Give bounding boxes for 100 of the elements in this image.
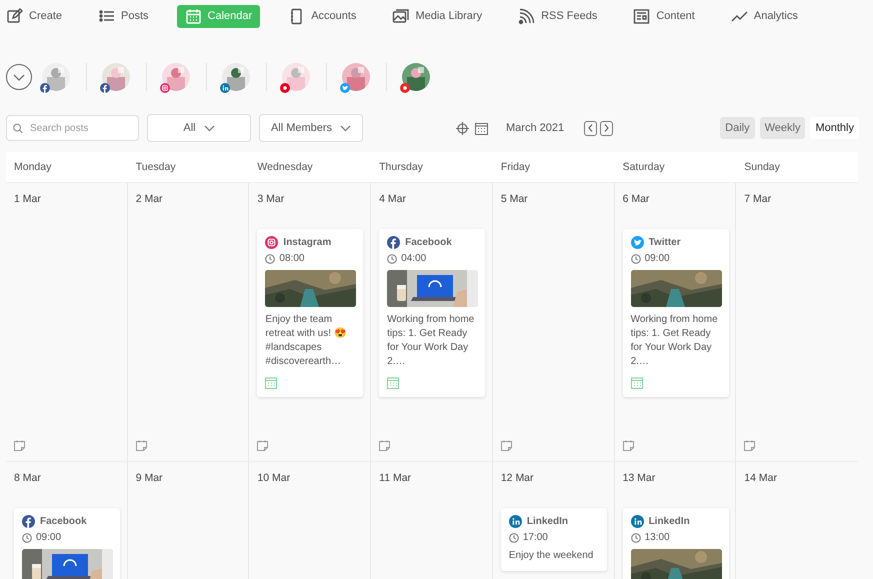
weekday-label: Friday — [500, 161, 532, 173]
month-label: March 2021 — [506, 122, 564, 134]
chevron-down-icon — [13, 74, 25, 80]
bird-network-icon — [630, 236, 644, 249]
weekday-label: Saturday — [622, 161, 666, 173]
date-label: 7 Mar — [744, 193, 772, 205]
view-tab[interactable]: Daily — [720, 117, 755, 139]
list-icon — [98, 8, 116, 24]
calendar-icon — [184, 8, 202, 24]
previous-button[interactable] — [584, 120, 598, 136]
calendar-icon[interactable] — [475, 122, 488, 134]
clock-icon — [508, 532, 519, 542]
date-label: 13 Mar — [622, 472, 656, 484]
nav-tab[interactable]: Media Library — [384, 4, 490, 28]
time-label: 13:00 — [644, 532, 670, 543]
post-card[interactable]: Twitter 09:00 Working from home tips: 1. Get Ready for Your Work Day 2.… — [622, 229, 729, 397]
time-label: 04:00 — [401, 253, 426, 264]
note-icon[interactable] — [257, 440, 268, 451]
post-card[interactable]: Facebook 04:00 Working from home tips: 1. Get Ready for Your Work Day 2.… — [379, 229, 486, 397]
post-caption: Working from home tips: 1. Get Ready for Your Work Day 2.… — [387, 313, 476, 369]
nav-tab[interactable]: Accounts — [280, 4, 364, 28]
network-label: Facebook — [40, 516, 87, 527]
date-label: 14 Mar — [744, 472, 778, 484]
round-network-icon — [100, 83, 110, 93]
square-network-icon — [220, 83, 230, 93]
date-label: 4 Mar — [379, 193, 407, 205]
date-label: 12 Mar — [500, 472, 535, 484]
post-caption: Working from home tips: 1. Get Ready for Your Work Day 2.… — [630, 313, 719, 369]
weekday-label: Thursday — [378, 161, 424, 173]
images-icon — [392, 8, 410, 24]
round-network-icon — [40, 83, 50, 93]
date-label: 6 Mar — [622, 193, 650, 205]
nav-tab[interactable]: Create — [6, 4, 70, 28]
bird-network-icon — [340, 83, 350, 93]
chevron-left-icon — [588, 124, 594, 132]
post-caption: Enjoy the weekend — [508, 549, 594, 563]
weekday-label: Tuesday — [134, 161, 177, 173]
weekday-label: Monday — [13, 161, 52, 173]
weekday-label: Wednesday — [256, 161, 314, 173]
note-icon[interactable] — [379, 440, 390, 451]
network-label: Instagram — [283, 237, 332, 248]
network-label: LinkedIn — [648, 516, 690, 527]
search-input[interactable]: Search posts — [28, 122, 132, 134]
round-network-icon — [387, 236, 400, 249]
date-label: 3 Mar — [257, 193, 286, 205]
note-icon[interactable] — [136, 440, 147, 451]
chevron-right-icon — [604, 124, 610, 132]
note-icon[interactable] — [14, 440, 25, 451]
date-label: 10 Mar — [257, 472, 292, 484]
post-card[interactable]: Instagram 08:00 Enjoy the team retreat with us! 😍 #landscapes #discoverearth… — [257, 229, 364, 397]
post-card[interactable]: LinkedIn 17:00 Enjoy the weekend — [500, 508, 607, 571]
note-icon[interactable] — [622, 440, 634, 451]
document-icon — [633, 8, 650, 24]
round-network-icon — [22, 515, 35, 528]
collapse-button[interactable] — [6, 64, 32, 90]
edit-icon — [6, 8, 23, 24]
network-label: Twitter — [648, 237, 681, 248]
search-field[interactable]: Search posts — [6, 115, 139, 141]
date-label: 5 Mar — [500, 193, 529, 205]
time-label: 09:00 — [36, 532, 62, 543]
camera-network-icon — [160, 83, 170, 93]
caret-icon — [340, 124, 352, 132]
camera-network-icon — [265, 236, 278, 249]
view-tab[interactable]: Weekly — [760, 117, 806, 139]
date-label: 2 Mar — [136, 193, 164, 205]
nav-tab[interactable]: RSS Feeds — [510, 4, 606, 28]
square-network-icon — [630, 515, 644, 528]
nav-tab[interactable]: Posts — [90, 4, 157, 28]
date-label: 11 Mar — [379, 472, 412, 484]
date-label: 1 Mar — [14, 193, 42, 205]
next-button[interactable] — [600, 120, 614, 136]
note-icon[interactable] — [744, 440, 756, 451]
time-label: 08:00 — [279, 253, 304, 264]
clock-icon — [387, 254, 398, 264]
post-caption: Enjoy the team retreat with us! 😍 #landscapes #discoverearth… — [265, 313, 347, 369]
filter-dropdown[interactable]: All Members — [259, 114, 363, 142]
date-label: 9 Mar — [136, 472, 164, 484]
post-card[interactable]: Facebook 09:00 — [14, 508, 120, 579]
caret-icon — [204, 124, 215, 132]
round-network-icon — [280, 83, 290, 93]
nav-tab[interactable]: Content — [625, 4, 703, 28]
time-label: 17:00 — [522, 532, 548, 543]
network-label: Facebook — [405, 237, 452, 248]
weekday-label: Sunday — [743, 161, 781, 173]
filter-dropdown[interactable]: All — [147, 114, 251, 142]
network-label: LinkedIn — [526, 516, 568, 527]
clock-icon — [630, 532, 641, 542]
rss-icon — [518, 8, 536, 24]
nav-tab[interactable]: Analytics — [722, 4, 806, 28]
post-card[interactable]: LinkedIn 13:00 — [622, 508, 729, 579]
view-tab[interactable]: Monthly — [810, 117, 859, 139]
time-label: 09:00 — [644, 253, 670, 264]
clock-icon — [630, 254, 641, 264]
date-label: 8 Mar — [14, 472, 42, 484]
search-icon — [13, 122, 23, 134]
crosshair-icon[interactable] — [456, 122, 469, 134]
clock-icon — [22, 532, 32, 542]
note-icon[interactable] — [500, 440, 512, 451]
clock-icon — [265, 254, 276, 264]
square-network-icon — [508, 515, 522, 528]
